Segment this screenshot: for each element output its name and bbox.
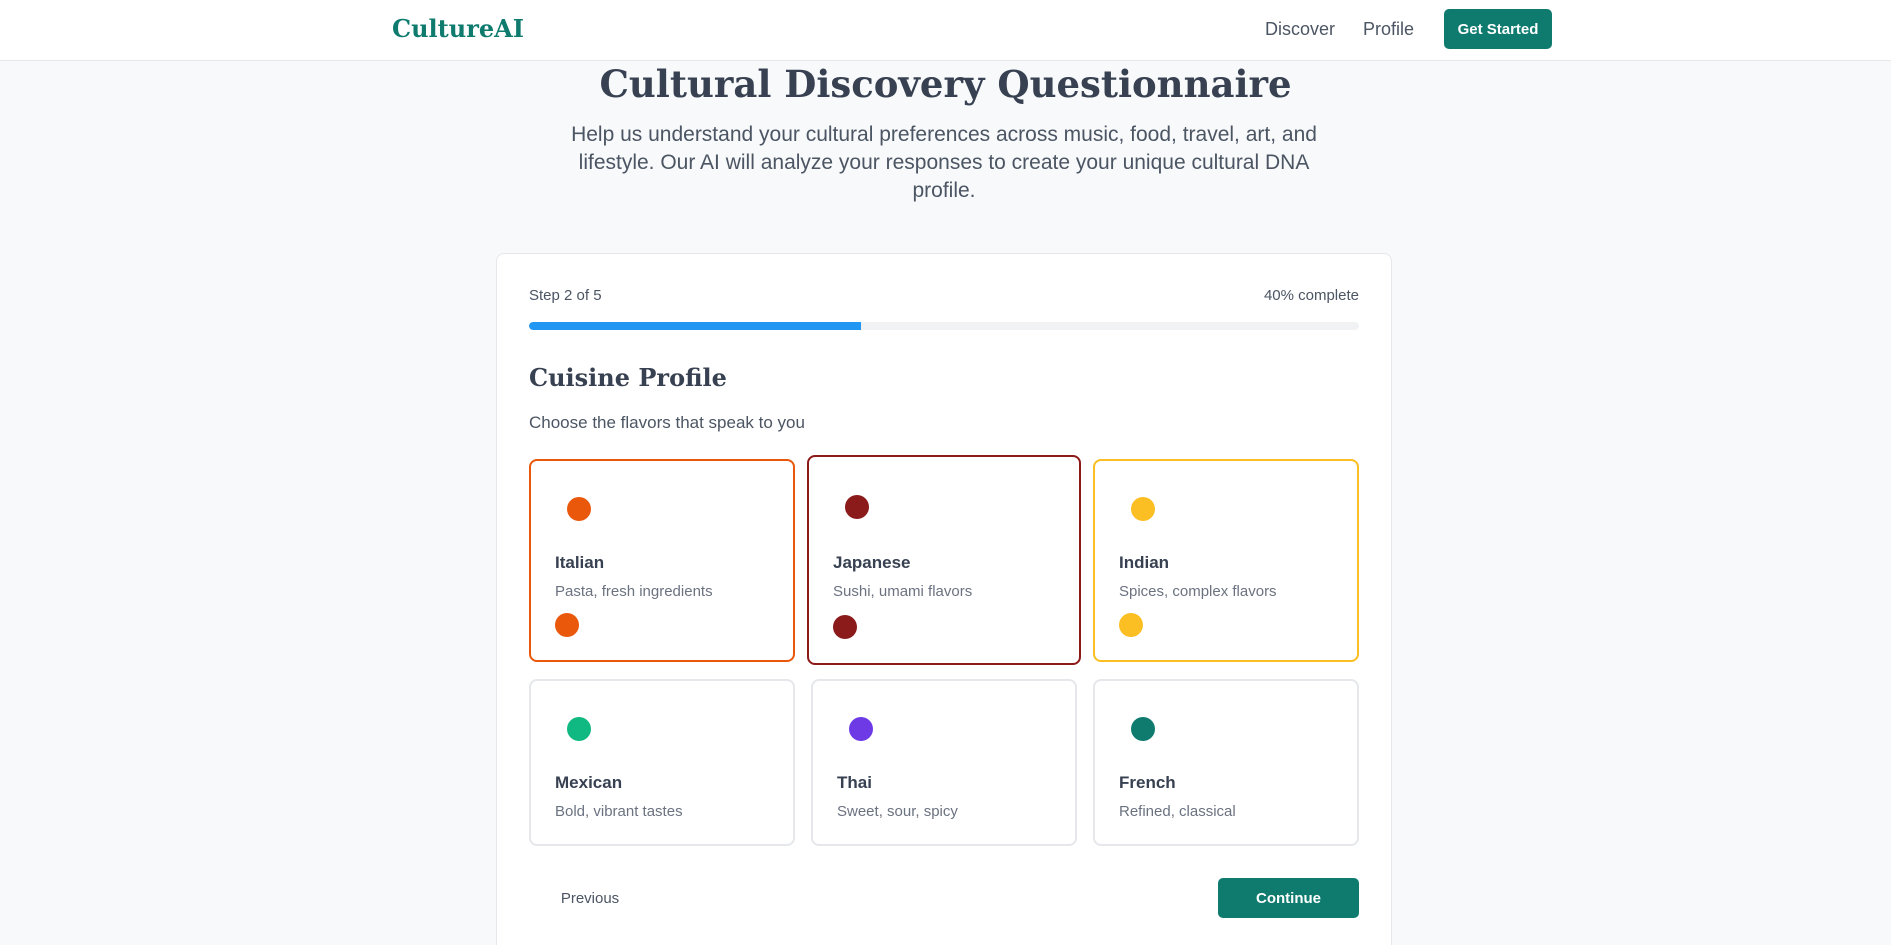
option-card-thai[interactable]: Thai Sweet, sour, spicy bbox=[811, 679, 1077, 846]
get-started-button[interactable]: Get Started bbox=[1444, 9, 1552, 49]
cuisine-color-icon bbox=[845, 495, 869, 519]
cuisine-color-icon bbox=[567, 717, 591, 741]
progress-bar bbox=[529, 322, 1359, 330]
option-name: Thai bbox=[837, 773, 872, 792]
cuisine-color-icon bbox=[567, 497, 591, 521]
selected-indicator-icon bbox=[555, 613, 579, 637]
option-name: Mexican bbox=[555, 773, 623, 792]
cuisine-color-icon bbox=[1131, 717, 1155, 741]
navbar: CultureAI Discover Profile Get Started bbox=[0, 0, 1891, 61]
selected-indicator-icon bbox=[1119, 613, 1143, 637]
option-card-mexican[interactable]: Mexican Bold, vibrant tastes bbox=[529, 679, 795, 846]
section-subtitle: Choose the flavors that speak to you bbox=[529, 413, 805, 432]
option-card-japanese[interactable]: Japanese Sushi, umami flavors bbox=[807, 455, 1081, 665]
option-card-indian[interactable]: Indian Spices, complex flavors bbox=[1093, 459, 1359, 662]
option-description: Spices, complex flavors bbox=[1119, 583, 1277, 600]
progress-bar-fill bbox=[529, 322, 861, 330]
page-title: Cultural Discovery Questionnaire bbox=[599, 62, 1292, 106]
percent-complete: 40% complete bbox=[1263, 287, 1359, 304]
continue-button[interactable]: Continue bbox=[1218, 878, 1359, 918]
option-name: Italian bbox=[555, 553, 605, 572]
nav-link-profile[interactable]: Profile bbox=[1363, 19, 1414, 40]
cuisine-color-icon bbox=[1131, 497, 1155, 521]
option-description: Sweet, sour, spicy bbox=[837, 803, 958, 820]
nav-link-discover[interactable]: Discover bbox=[1265, 19, 1335, 40]
option-card-italian[interactable]: Italian Pasta, fresh ingredients bbox=[529, 459, 795, 662]
option-name: Japanese bbox=[833, 553, 911, 572]
step-indicator: Step 2 of 5 bbox=[529, 287, 602, 304]
option-description: Refined, classical bbox=[1119, 803, 1236, 820]
cuisine-color-icon bbox=[849, 717, 873, 741]
section-title: Cuisine Profile bbox=[529, 363, 727, 392]
option-name: French bbox=[1119, 773, 1176, 792]
option-description: Bold, vibrant tastes bbox=[555, 803, 683, 820]
previous-button[interactable]: Previous bbox=[545, 886, 635, 910]
option-description: Pasta, fresh ingredients bbox=[555, 583, 713, 600]
option-card-french[interactable]: French Refined, classical bbox=[1093, 679, 1359, 846]
selected-indicator-icon bbox=[833, 615, 857, 639]
page-intro: Help us understand your cultural prefere… bbox=[571, 123, 1317, 202]
option-name: Indian bbox=[1119, 553, 1170, 572]
option-description: Sushi, umami flavors bbox=[833, 583, 973, 600]
brand-logo[interactable]: CultureAI bbox=[392, 14, 524, 43]
